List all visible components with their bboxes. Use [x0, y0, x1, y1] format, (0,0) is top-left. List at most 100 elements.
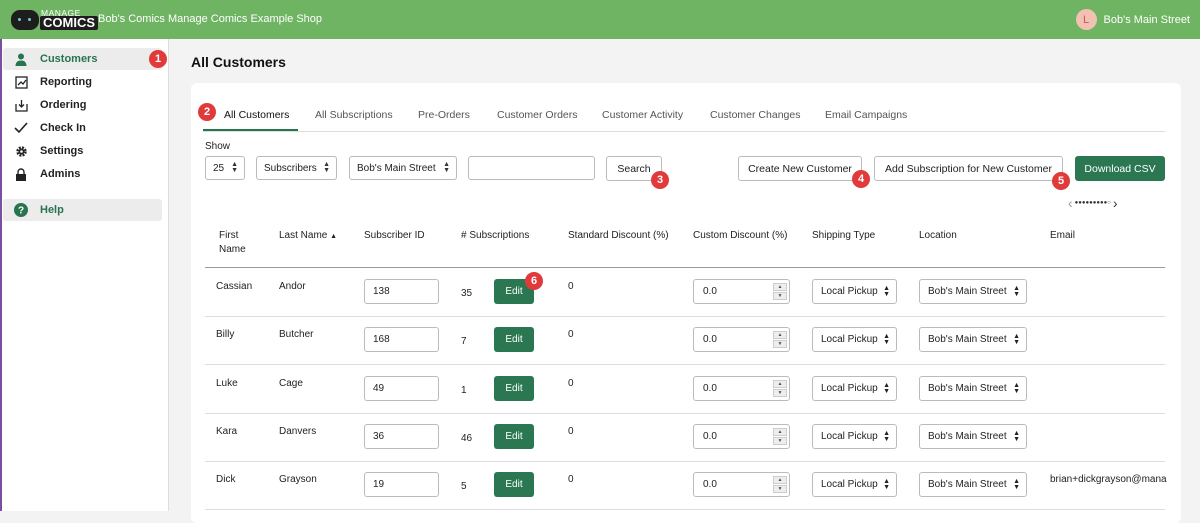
prev-page-icon[interactable]: ‹: [1068, 195, 1073, 211]
location-value: Bob's Main Street: [928, 334, 1007, 346]
subscriber-id-input[interactable]: 138: [364, 279, 439, 304]
sidebar-item-help[interactable]: ? Help: [3, 199, 162, 221]
shipping-type-value: Local Pickup: [821, 286, 878, 297]
col-location[interactable]: Location: [919, 229, 957, 243]
col-last-name[interactable]: Last Name ▲: [279, 229, 337, 244]
edit-subscriptions-button[interactable]: Edit: [494, 423, 534, 449]
custom-discount-input[interactable]: 0.0 ▲ ▼: [693, 279, 790, 304]
shipping-type-value: Local Pickup: [821, 334, 878, 346]
search-input[interactable]: [468, 156, 595, 180]
col-subscriptions[interactable]: # Subscriptions: [461, 229, 529, 243]
stepper-up-icon[interactable]: ▲: [773, 283, 787, 291]
standard-discount-cell: 0: [568, 329, 574, 341]
shipping-type-select[interactable]: Local Pickup ▲ ▼: [812, 327, 897, 353]
sidebar-item-ordering[interactable]: Ordering: [3, 94, 162, 116]
stepper-up-icon[interactable]: ▲: [773, 476, 787, 485]
stepper[interactable]: ▲ ▼: [773, 331, 787, 349]
sidebar-item-label: Customers: [40, 53, 98, 65]
subscriber-id-input[interactable]: 36: [364, 423, 439, 449]
user-menu[interactable]: L Bob's Main Street: [1075, 9, 1190, 30]
tab-all-customers[interactable]: All Customers: [224, 109, 289, 121]
stepper-up-icon[interactable]: ▲: [773, 379, 787, 388]
location-select[interactable]: Bob's Main Street ▲ ▼: [919, 472, 1027, 498]
stepper-up-icon[interactable]: ▲: [773, 427, 787, 436]
shipping-type-select[interactable]: Local Pickup ▲ ▼: [812, 279, 897, 304]
custom-discount-value: 0.0: [703, 286, 717, 297]
tabs-divider: [203, 131, 1165, 132]
stepper[interactable]: ▲ ▼: [773, 283, 787, 301]
custom-discount-value: 0.0: [703, 382, 717, 394]
edit-subscriptions-button[interactable]: Edit: [494, 472, 534, 498]
custom-discount-input[interactable]: 0.0 ▲ ▼: [693, 375, 790, 401]
tab-customer-orders[interactable]: Customer Orders: [497, 109, 578, 121]
mask-icon: [11, 10, 39, 30]
header-text: Name: [219, 244, 246, 255]
stepper-down-icon[interactable]: ▼: [773, 292, 787, 300]
sidebar-item-label: Help: [40, 204, 64, 216]
marker-badge-3: 3: [651, 171, 669, 189]
last-name-cell: Andor: [279, 281, 306, 292]
download-csv-button[interactable]: Download CSV: [1075, 156, 1165, 181]
shipping-type-select[interactable]: Local Pickup ▲ ▼: [812, 472, 897, 498]
subscriber-id-input[interactable]: 49: [364, 375, 439, 401]
subscriptions-count: 1: [461, 384, 467, 396]
tab-email-campaigns[interactable]: Email Campaigns: [825, 109, 907, 121]
stepper-down-icon[interactable]: ▼: [773, 485, 787, 494]
page-dots[interactable]: ●●●●●●●●●○: [1075, 200, 1111, 206]
sidebar-item-admins[interactable]: Admins: [3, 163, 162, 185]
custom-discount-input[interactable]: 0.0 ▲ ▼: [693, 327, 790, 353]
location-select[interactable]: Bob's Main Street ▲ ▼: [919, 423, 1027, 449]
sidebar-item-check-in[interactable]: Check In: [3, 117, 162, 139]
col-email[interactable]: Email: [1050, 229, 1075, 243]
custom-discount-value: 0.0: [703, 334, 717, 346]
email-cell[interactable]: brian+dickgrayson@mana: [1050, 474, 1181, 485]
location-value: Bob's Main Street: [928, 286, 1007, 297]
location-select[interactable]: Bob's Main Street ▲ ▼: [919, 375, 1027, 401]
stepper[interactable]: ▲ ▼: [773, 427, 787, 446]
shipping-type-select[interactable]: Local Pickup ▲ ▼: [812, 423, 897, 449]
sidebar-item-settings[interactable]: Settings: [3, 140, 162, 162]
col-custom-discount[interactable]: Custom Discount (%): [693, 229, 787, 243]
col-standard-discount[interactable]: Standard Discount (%): [568, 229, 669, 243]
edit-subscriptions-button[interactable]: Edit: [494, 375, 534, 401]
edit-subscriptions-button[interactable]: Edit: [494, 327, 534, 353]
tab-pre-orders[interactable]: Pre-Orders: [418, 109, 470, 121]
manage-comics-logo[interactable]: MANAGE COMICS: [11, 8, 98, 31]
marker-badge-5: 5: [1052, 172, 1070, 190]
custom-discount-input[interactable]: 0.0 ▲ ▼: [693, 423, 790, 449]
sidebar-item-reporting[interactable]: Reporting: [3, 71, 162, 93]
col-subscriber-id[interactable]: Subscriber ID: [364, 229, 425, 243]
stepper-down-icon[interactable]: ▼: [773, 340, 787, 349]
logo-text-bottom: COMICS: [40, 16, 98, 30]
col-first-name[interactable]: First Name: [219, 229, 246, 257]
location-select[interactable]: Bob's Main Street ▲ ▼: [919, 327, 1027, 353]
location-select[interactable]: Bob's Main Street ▲ ▼: [349, 156, 457, 180]
page-size-select[interactable]: 25 ▲ ▼: [205, 156, 245, 180]
shipping-type-select[interactable]: Local Pickup ▲ ▼: [812, 375, 897, 401]
header-divider: [205, 267, 1165, 268]
select-caret-icon: ▲ ▼: [883, 478, 890, 492]
stepper-down-icon[interactable]: ▼: [773, 436, 787, 445]
col-shipping-type[interactable]: Shipping Type: [812, 229, 875, 243]
filter-type-select[interactable]: Subscribers ▲ ▼: [256, 156, 337, 180]
subscriptions-count: 5: [461, 481, 467, 493]
tab-customer-changes[interactable]: Customer Changes: [710, 109, 800, 121]
stepper-down-icon[interactable]: ▼: [773, 388, 787, 397]
sidebar-item-customers[interactable]: Customers: [3, 48, 162, 70]
avatar: L: [1075, 9, 1097, 30]
stepper[interactable]: ▲ ▼: [773, 379, 787, 398]
first-name-cell: Luke: [216, 377, 238, 389]
location-select[interactable]: Bob's Main Street ▲ ▼: [919, 279, 1027, 304]
subscriber-id-input[interactable]: 19: [364, 472, 439, 498]
row-divider: [205, 316, 1165, 317]
custom-discount-value: 0.0: [703, 430, 717, 442]
tab-customer-activity[interactable]: Customer Activity: [602, 109, 683, 121]
tab-all-subscriptions[interactable]: All Subscriptions: [315, 109, 393, 121]
custom-discount-input[interactable]: 0.0 ▲ ▼: [693, 472, 790, 498]
next-page-icon[interactable]: ›: [1113, 195, 1118, 211]
subscriber-id-input[interactable]: 168: [364, 327, 439, 353]
create-new-customer-button[interactable]: Create New Customer: [738, 156, 862, 181]
stepper-up-icon[interactable]: ▲: [773, 331, 787, 340]
stepper[interactable]: ▲ ▼: [773, 476, 787, 494]
add-subscription-new-customer-button[interactable]: Add Subscription for New Customer: [874, 156, 1063, 181]
